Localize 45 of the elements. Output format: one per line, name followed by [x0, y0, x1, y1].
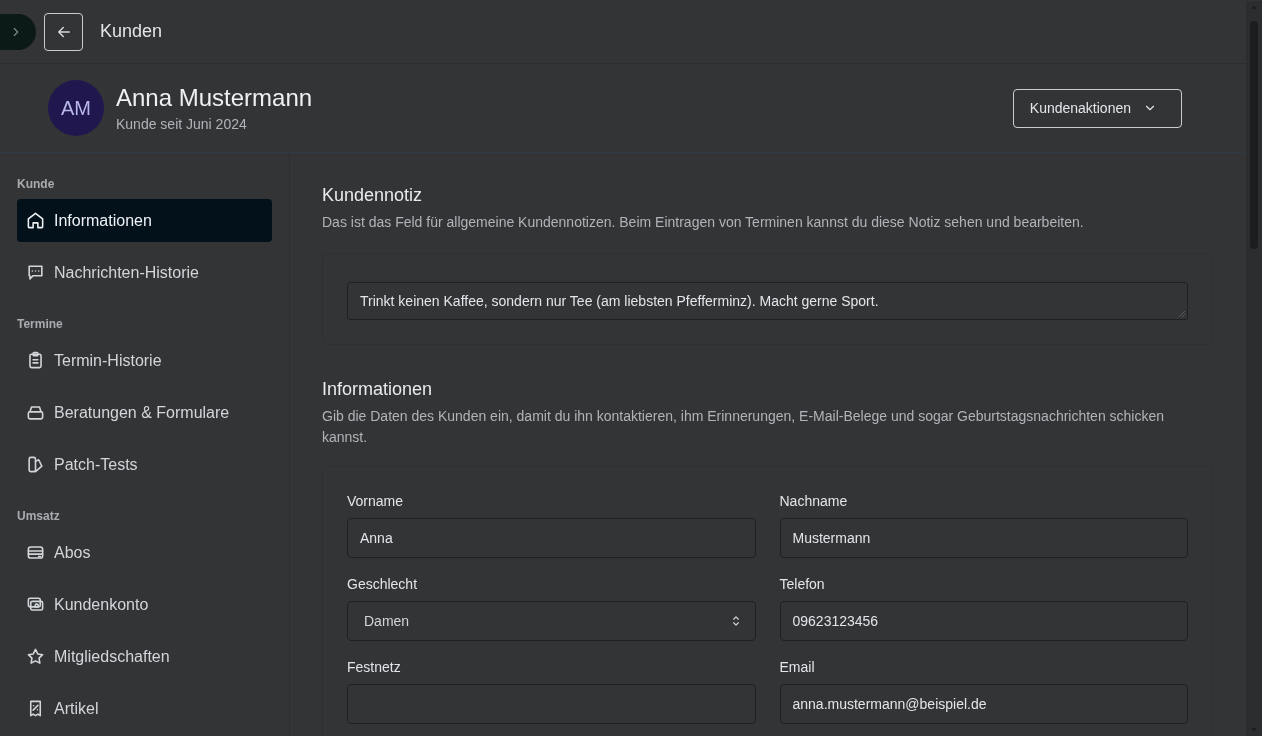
field-label: Festnetz [347, 659, 402, 675]
section-label: Kunde [17, 177, 56, 191]
field-label: Telefon [779, 576, 826, 592]
avatar: AM [48, 80, 104, 136]
field-label: Nachname [779, 493, 849, 509]
sidebar-item[interactable]: Artikel [17, 687, 272, 730]
field-label: Geschlecht [347, 576, 419, 592]
section-label: Umsatz [17, 509, 61, 523]
chat-bubble-icon [26, 263, 45, 282]
page-title: Kunden [100, 21, 163, 42]
cash-icon [26, 595, 45, 614]
scrollbar[interactable] [1246, 1, 1262, 736]
sidebar-item[interactable]: Kundenkonto [17, 583, 272, 626]
section-title: Informationen [322, 379, 434, 400]
customer-since: Kunde seit Juni 2024 [116, 116, 248, 132]
home-icon [26, 211, 45, 230]
sidebar-item[interactable]: Mitgliedschaften [17, 635, 272, 678]
field-label: Email [779, 659, 816, 675]
resize-handle-icon[interactable] [1178, 310, 1186, 318]
sidebar-item[interactable]: Termin-Historie [17, 339, 272, 382]
star-icon [26, 647, 45, 666]
customer-name: Anna Mustermann [116, 84, 314, 112]
input-field[interactable]: 09623123456 [779, 601, 1188, 641]
note-field[interactable]: Trinkt keinen Kaffee, sondern nur Tee (am liebsten Pfefferminz). Macht gerne Sport. [347, 282, 1188, 320]
section-label: Termine [17, 317, 64, 331]
swatch-icon [26, 455, 45, 474]
back-button[interactable] [44, 12, 83, 51]
sidebar-item[interactable]: Patch-Tests [17, 443, 272, 486]
sidebar-toggle-button[interactable] [0, 13, 36, 50]
sidebar-item[interactable]: Beratungen & Formulare [17, 391, 272, 434]
input-field[interactable]: Anna [347, 518, 756, 558]
tray-icon [26, 403, 45, 422]
section-description: Das ist das Feld für allgemeine Kundennotizen. Beim Eintragen von Terminen kannst du diese Notiz sehen und bearbeiten. [322, 213, 1085, 232]
input-field[interactable]: anna.mustermann@beispiel.de [779, 684, 1188, 724]
select-field[interactable]: Damen [347, 601, 756, 641]
section-title: Kundennotiz [322, 185, 424, 206]
clipboard-icon [26, 351, 45, 370]
sidebar-item[interactable]: Nachrichten-Historie [17, 251, 272, 294]
input-field[interactable]: Mustermann [779, 518, 1188, 558]
field-label: Vorname [347, 493, 405, 509]
sidebar-item[interactable]: Informationen [17, 199, 272, 242]
section-description: Gib die Daten des Kunden ein, damit du ihn kontaktieren, ihm Erinnerungen, E-Mail-Belege und sogar Geburtstagsnachrichten schicken kannst. [322, 407, 1166, 447]
sidebar-item[interactable]: Abos [17, 531, 272, 574]
actions-dropdown-button[interactable]: Kundenaktionen [1012, 88, 1182, 128]
stacked-cards-icon [26, 543, 45, 562]
